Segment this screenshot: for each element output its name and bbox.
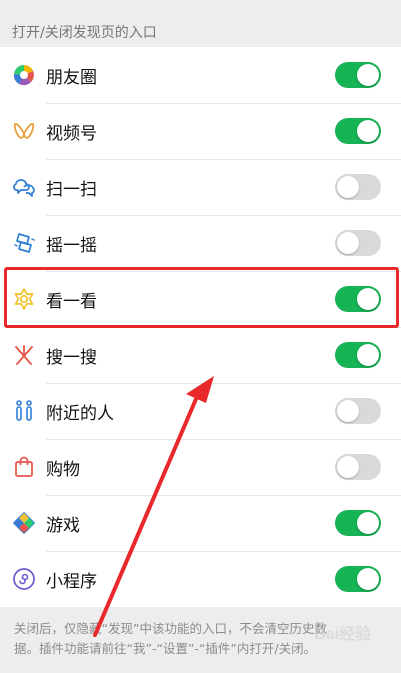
toggle-knob [357, 344, 379, 366]
shopping-bag-icon [0, 439, 46, 495]
list-item-label: 摇一摇 [46, 235, 97, 256]
list-item-label: 看一看 [46, 291, 97, 312]
games-toggle[interactable] [335, 510, 381, 536]
list-item-people-nearby[interactable]: 附近的人 [0, 383, 401, 439]
list-item-label: 购物 [46, 459, 80, 480]
list-item-top-stories[interactable]: 看一看 [0, 271, 401, 327]
shopping-toggle[interactable] [335, 454, 381, 480]
list-item-label: 扫一扫 [46, 179, 97, 200]
list-item-mini-programs[interactable]: 小程序 [0, 551, 401, 607]
list-item-shopping[interactable]: 购物 [0, 439, 401, 495]
list-item-moments[interactable]: 朋友圈 [0, 47, 401, 103]
scan-toggle[interactable] [335, 174, 381, 200]
list-item-label: 搜一搜 [46, 347, 97, 368]
shake-icon [0, 215, 46, 271]
channels-toggle[interactable] [335, 118, 381, 144]
moments-icon [0, 47, 46, 103]
toggle-knob [357, 288, 379, 310]
mini-programs-toggle[interactable] [335, 566, 381, 592]
top-stories-toggle[interactable] [335, 286, 381, 312]
people-nearby-toggle[interactable] [335, 398, 381, 424]
list-item-label: 游戏 [46, 515, 80, 536]
toggle-knob [357, 120, 379, 142]
watermark: Bai经验 [314, 626, 371, 643]
list-item-label: 附近的人 [46, 403, 114, 424]
discover-entries-list: 朋友圈 视频号 扫一扫 摇一摇 看一看 搜一搜 附近的人 购物 游戏 小程序 [0, 47, 401, 607]
list-item-label: 小程序 [46, 571, 97, 592]
list-item-label: 朋友圈 [46, 67, 97, 88]
scan-icon [0, 159, 46, 215]
section-header: 打开/关闭发现页的入口 [0, 0, 401, 47]
toggle-knob [357, 568, 379, 590]
channels-icon [0, 103, 46, 159]
search-icon [0, 327, 46, 383]
list-item-scan[interactable]: 扫一扫 [0, 159, 401, 215]
mini-programs-icon [0, 551, 46, 607]
toggle-knob [337, 176, 359, 198]
top-stories-icon [0, 271, 46, 327]
search-toggle[interactable] [335, 342, 381, 368]
toggle-knob [357, 512, 379, 534]
section-title: 打开/关闭发现页的入口 [12, 25, 157, 41]
moments-toggle[interactable] [335, 62, 381, 88]
toggle-knob [337, 456, 359, 478]
list-item-channels[interactable]: 视频号 [0, 103, 401, 159]
list-item-search[interactable]: 搜一搜 [0, 327, 401, 383]
list-item-shake[interactable]: 摇一摇 [0, 215, 401, 271]
toggle-knob [337, 400, 359, 422]
toggle-knob [337, 232, 359, 254]
games-icon [0, 495, 46, 551]
shake-toggle[interactable] [335, 230, 381, 256]
people-nearby-icon [0, 383, 46, 439]
list-item-label: 视频号 [46, 123, 97, 144]
list-item-games[interactable]: 游戏 [0, 495, 401, 551]
toggle-knob [357, 64, 379, 86]
